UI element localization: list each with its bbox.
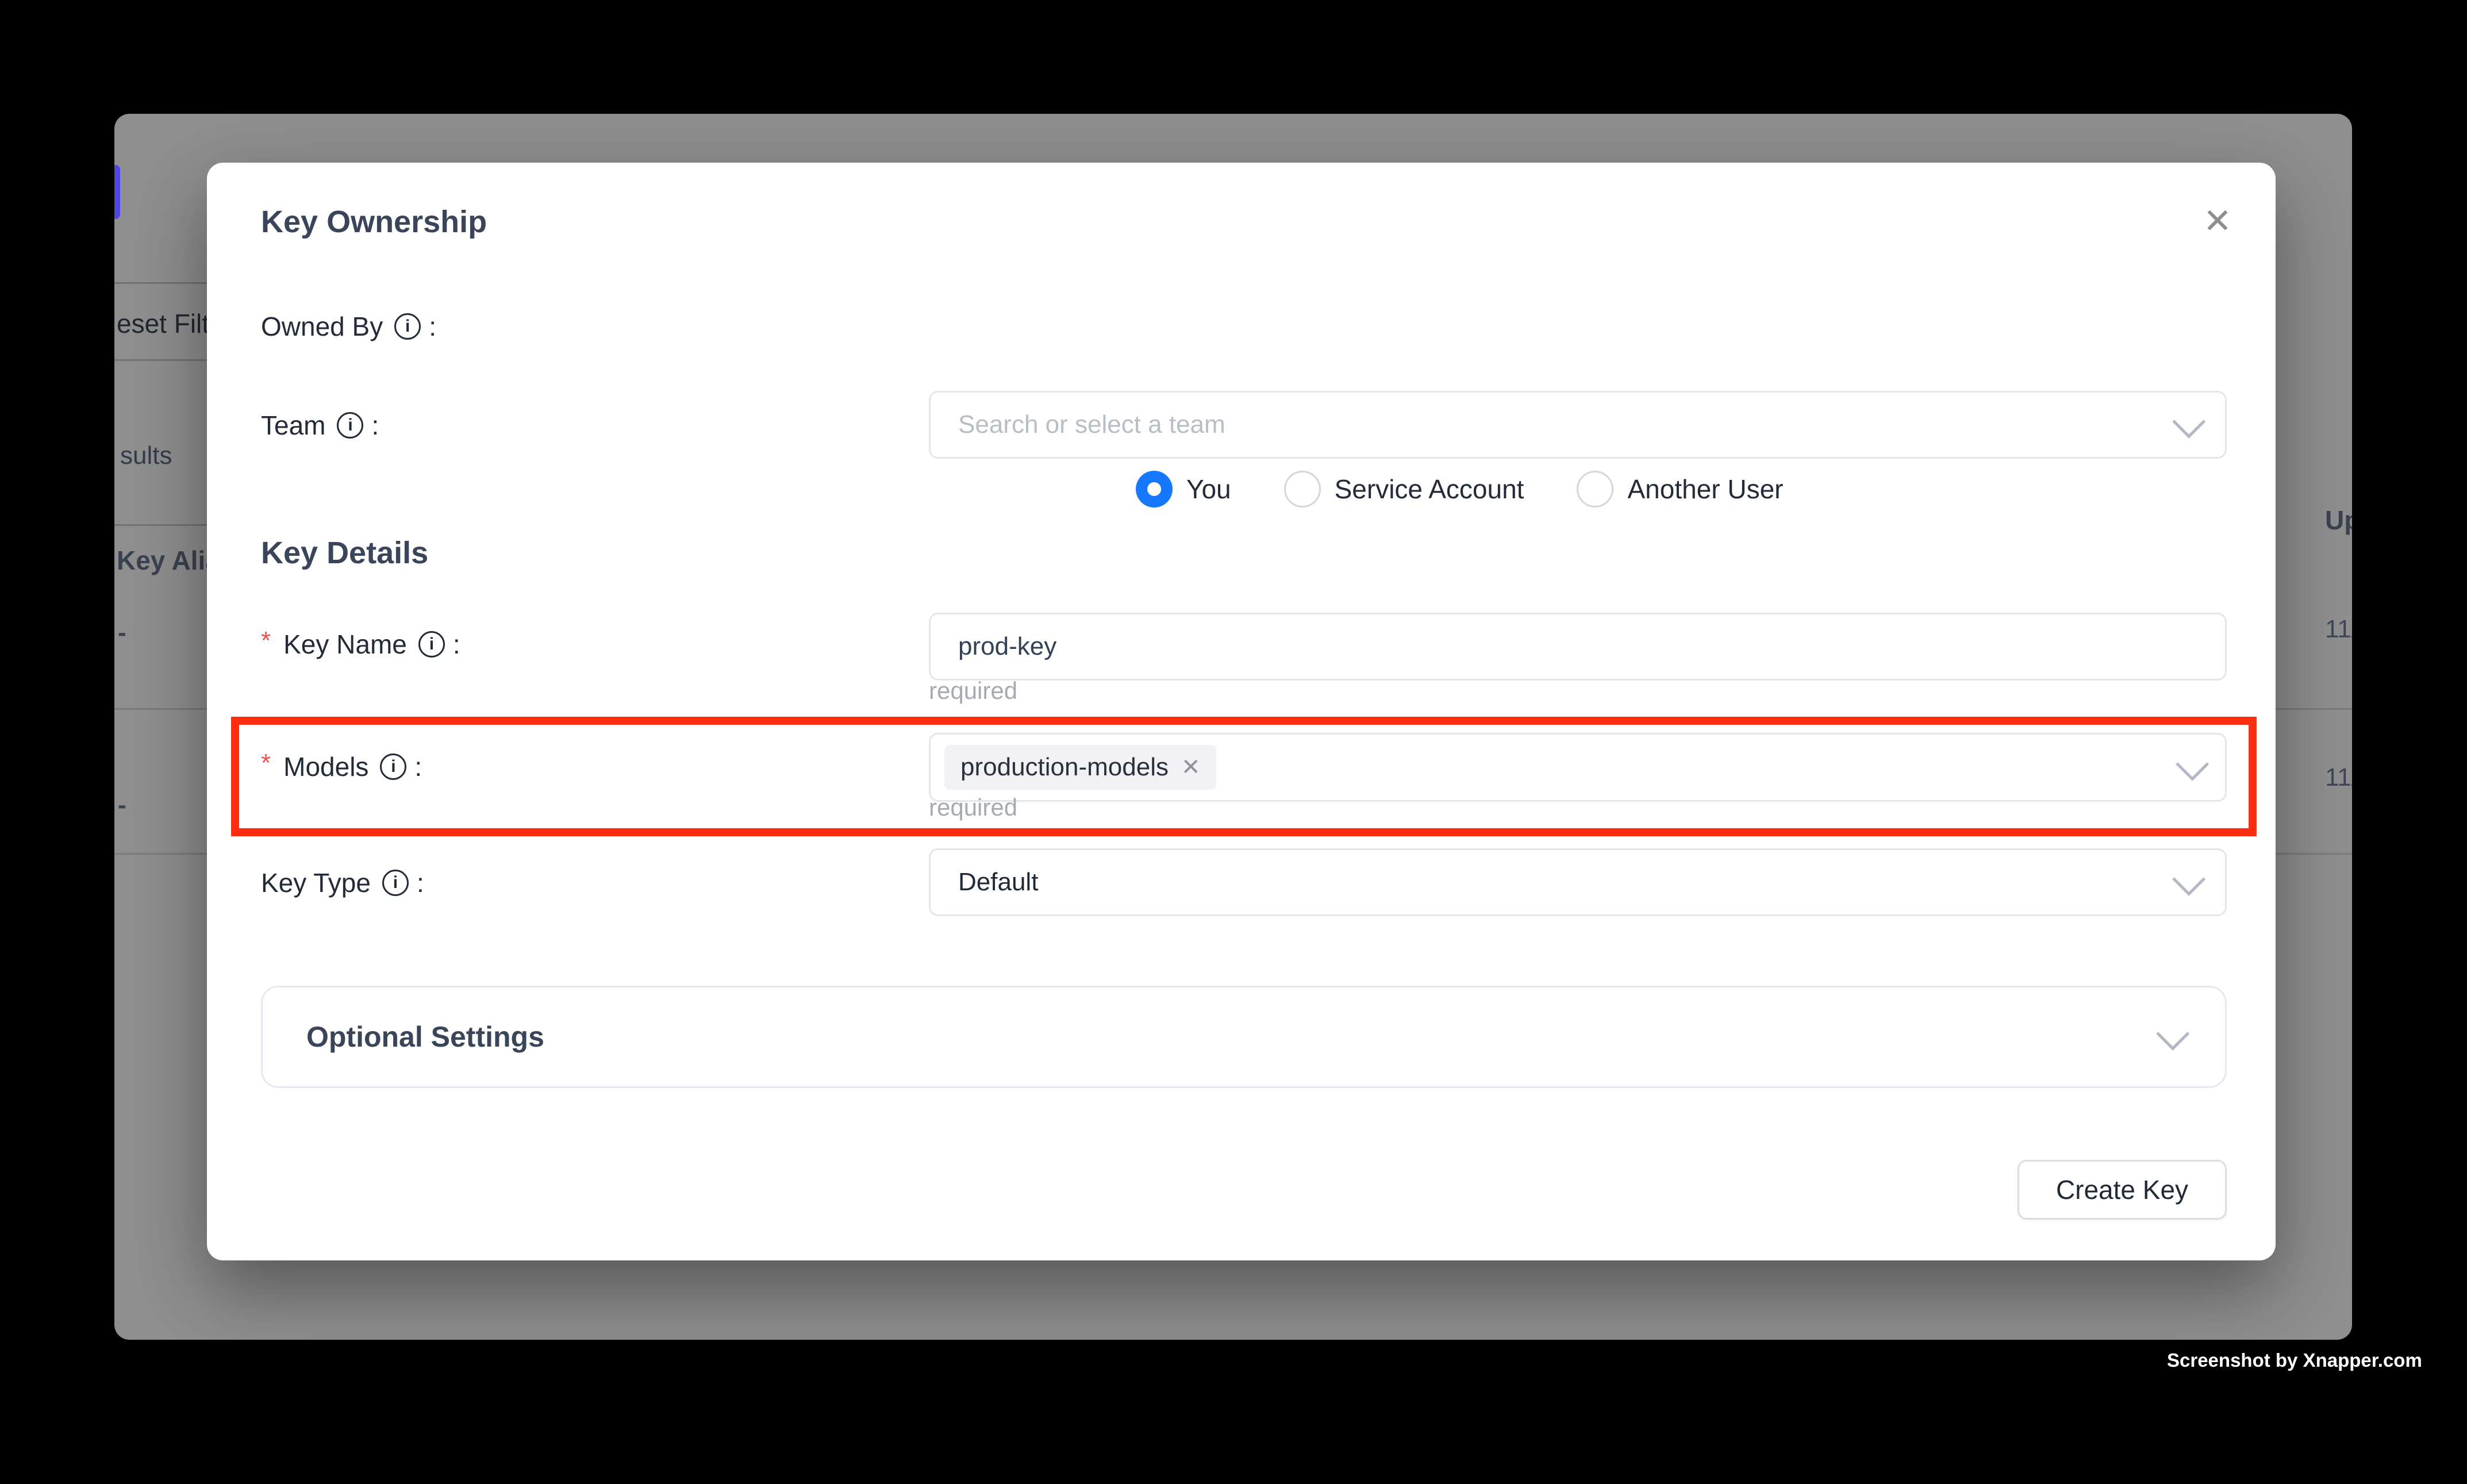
team-search-input[interactable]	[958, 410, 1950, 439]
model-tag-label: production-models	[960, 753, 1169, 782]
info-icon[interactable]: i	[380, 753, 406, 780]
page-background: eset Filt sults Key Alia - - Up 11/ 11/ …	[0, 0, 2467, 1484]
chevron-down-icon	[2172, 405, 2205, 438]
radio-unselected-icon[interactable]	[1577, 471, 1613, 508]
owned-by-radio-group: You Service Account Another User	[1136, 470, 1783, 508]
backdrop-row-divider	[114, 708, 207, 710]
section-title-key-ownership: Key Ownership	[261, 204, 487, 240]
results-count-partial: sults	[120, 441, 172, 470]
optional-settings-label: Optional Settings	[306, 1020, 544, 1054]
key-name-input[interactable]	[958, 632, 1950, 661]
key-alias-column-header-partial: Key Alia	[117, 545, 207, 576]
close-icon[interactable]: ✕	[2191, 195, 2244, 248]
radio-label: You	[1186, 474, 1231, 505]
table-row-value: -	[118, 618, 126, 647]
backdrop-divider	[114, 524, 207, 526]
models-validation-message: required	[929, 794, 1017, 821]
chevron-down-icon	[2172, 862, 2205, 895]
backdrop-divider	[114, 359, 207, 361]
info-icon[interactable]: i	[337, 412, 363, 439]
key-name-field[interactable]	[929, 613, 2227, 681]
required-asterisk: *	[261, 749, 271, 778]
radio-option-another-user[interactable]: Another User	[1577, 471, 1783, 508]
radio-label: Service Account	[1335, 474, 1524, 505]
backdrop-left-column: eset Filt sults Key Alia - -	[114, 114, 207, 1340]
chevron-down-icon	[2176, 747, 2209, 781]
key-name-validation-message: required	[929, 677, 1017, 705]
radio-label: Another User	[1627, 474, 1783, 505]
backdrop-row-divider	[2276, 708, 2352, 710]
info-icon[interactable]: i	[382, 870, 409, 896]
backdrop-row-divider	[2276, 853, 2352, 855]
table-row-date: 11/	[2325, 615, 2352, 644]
create-key-modal: ✕ Key Ownership Owned By i : You Service…	[207, 163, 2276, 1260]
models-select[interactable]: production-models ✕	[929, 733, 2227, 802]
info-icon[interactable]: i	[394, 313, 421, 340]
backdrop-right-column: Up 11/ 11/	[2276, 114, 2352, 1340]
team-label-row: Team i :	[261, 406, 379, 444]
create-key-button[interactable]: Create Key	[2018, 1160, 2227, 1220]
backdrop-row-divider	[114, 853, 207, 855]
table-row-value: -	[118, 791, 126, 820]
key-type-value: Default	[958, 868, 1038, 897]
updated-column-header-partial: Up	[2325, 505, 2352, 536]
models-label-row: * Models i :	[261, 748, 422, 786]
team-label: Team	[261, 410, 325, 441]
reset-filters-button-partial: eset Filt	[117, 308, 207, 339]
watermark-text: Screenshot by Xnapper.com	[2167, 1350, 2422, 1371]
optional-settings-header[interactable]: Optional Settings	[261, 986, 2227, 1088]
key-name-label: Key Name	[283, 629, 407, 660]
owned-by-label: Owned By	[261, 311, 383, 342]
key-name-label-row: * Key Name i :	[261, 625, 460, 663]
radio-option-you[interactable]: You	[1136, 471, 1231, 508]
section-title-key-details: Key Details	[261, 535, 428, 571]
required-asterisk: *	[261, 626, 271, 655]
radio-unselected-icon[interactable]	[1284, 471, 1321, 508]
info-icon[interactable]: i	[418, 631, 445, 658]
owned-by-label-row: Owned By i :	[261, 307, 436, 345]
chevron-down-icon	[2156, 1017, 2189, 1050]
key-type-label: Key Type	[261, 867, 371, 898]
table-row-date: 11/	[2325, 763, 2352, 792]
key-type-select[interactable]: Default	[929, 848, 2227, 916]
models-label: Models	[283, 751, 368, 782]
radio-selected-icon[interactable]	[1136, 471, 1173, 508]
team-select[interactable]	[929, 391, 2227, 459]
radio-option-service-account[interactable]: Service Account	[1284, 471, 1524, 508]
backdrop-divider	[114, 282, 207, 284]
remove-tag-icon[interactable]: ✕	[1181, 754, 1201, 781]
key-type-label-row: Key Type i :	[261, 864, 424, 902]
selected-model-tag: production-models ✕	[944, 745, 1216, 790]
